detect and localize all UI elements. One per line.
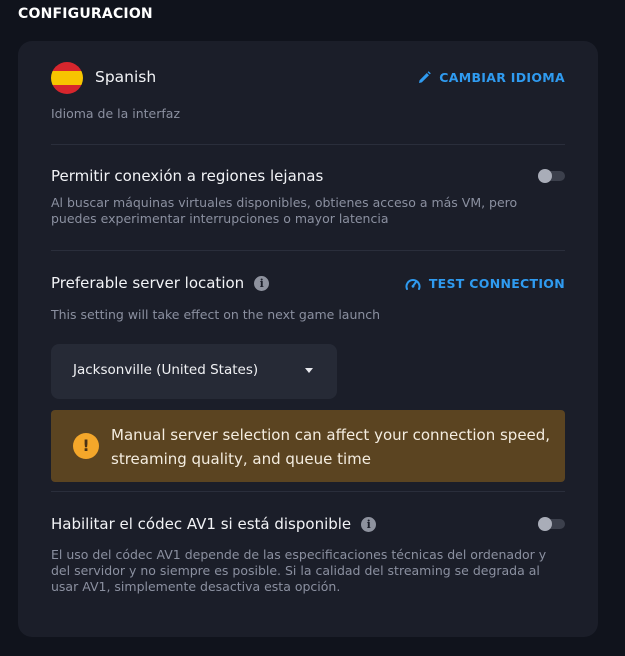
divider [51,250,565,251]
settings-card: Spanish CAMBIAR IDIOMA Idioma de la inte… [18,41,598,637]
info-icon[interactable]: i [361,517,377,532]
server-location-section: Preferable server location i TEST CONNECT… [51,272,565,332]
page-title: CONFIGURACION [18,6,153,22]
test-connection-label: TEST CONNECTION [428,276,565,291]
language-description: Idioma de la interfaz [51,106,181,121]
far-regions-title: Permitir conexión a regiones lejanas [51,167,324,185]
language-section: Spanish CAMBIAR IDIOMA Idioma de la inte… [51,62,565,122]
server-location-dropdown[interactable]: Jacksonville (United States) [51,344,337,399]
av1-heading: Habilitar el códec AV1 si está disponibl… [51,515,377,533]
av1-section: Habilitar el códec AV1 si está disponibl… [51,513,565,603]
server-location-heading: Preferable server location i [51,274,270,292]
server-warning-banner: ! Manual server selection can affect you… [51,410,565,482]
change-language-button[interactable]: CAMBIAR IDIOMA [418,70,565,85]
exclamation-icon: ! [73,433,99,459]
divider [51,144,565,145]
divider [51,491,565,492]
far-regions-section: Permitir conexión a regiones lejanas Al … [51,165,565,235]
toggle-knob [538,517,552,531]
selected-server: Jacksonville (United States) [73,362,259,378]
av1-toggle[interactable] [538,517,565,531]
av1-description: El uso del códec AV1 depende de las espe… [51,547,547,594]
chevron-down-icon [305,368,313,373]
server-location-title: Preferable server location [51,274,245,292]
far-regions-toggle[interactable] [538,169,565,183]
test-connection-button[interactable]: TEST CONNECTION [405,276,565,291]
server-location-description: This setting will take effect on the nex… [51,307,381,322]
spain-flag-icon [51,62,83,94]
change-language-label: CAMBIAR IDIOMA [439,70,565,85]
warning-text: Manual server selection can affect your … [111,426,551,468]
av1-title: Habilitar el códec AV1 si está disponibl… [51,515,352,533]
speedometer-icon [405,277,421,291]
far-regions-description: Al buscar máquinas virtuales disponibles… [51,195,518,226]
language-name: Spanish [95,68,157,86]
toggle-knob [538,169,552,183]
info-icon[interactable]: i [254,276,270,291]
pencil-icon [418,71,432,84]
